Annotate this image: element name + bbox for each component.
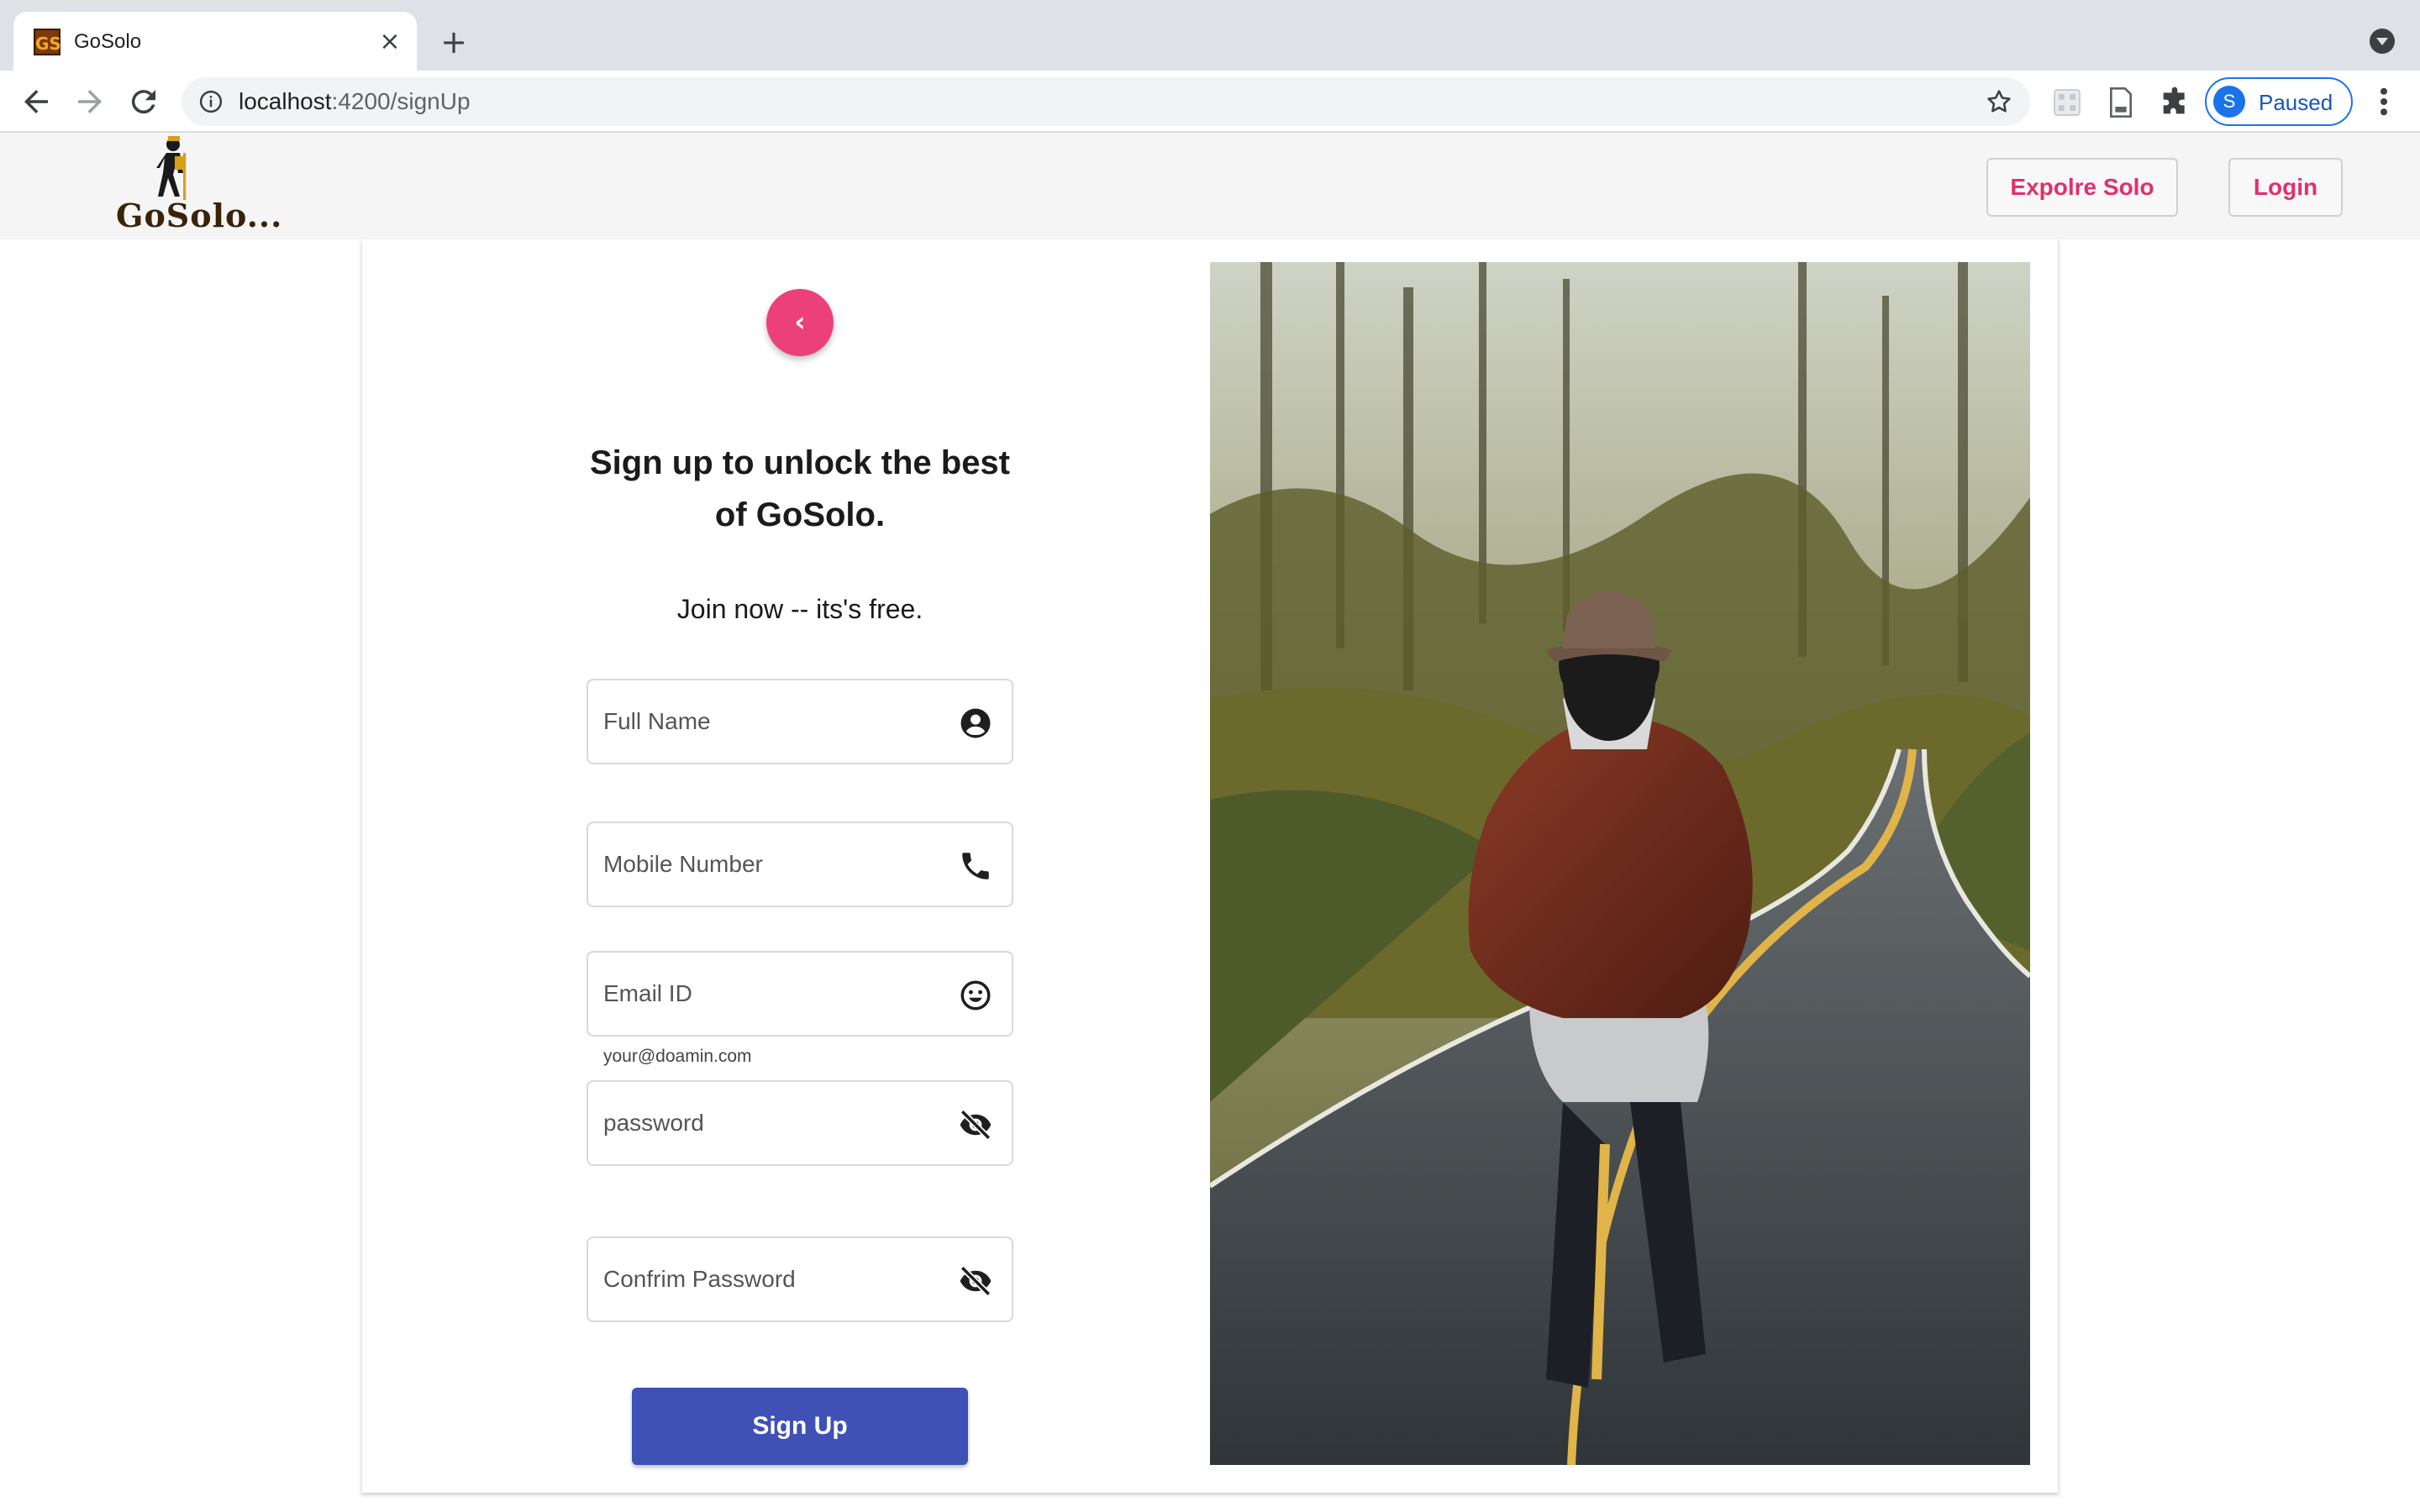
tab-search-icon[interactable] bbox=[2370, 29, 2395, 54]
signup-subline: Join now -- its's free. bbox=[676, 594, 923, 624]
bookmark-star-icon[interactable] bbox=[1985, 87, 2013, 116]
back-arrow-icon[interactable] bbox=[18, 84, 54, 119]
full-name-field[interactable] bbox=[587, 679, 1013, 764]
full-name-input[interactable] bbox=[603, 680, 939, 763]
close-tab-icon[interactable]: × bbox=[375, 27, 405, 57]
puzzle-icon[interactable] bbox=[2158, 86, 2191, 119]
address-bar[interactable]: localhost:4200/signUp bbox=[182, 77, 2030, 126]
url-path: :4200/signUp bbox=[331, 88, 471, 114]
login-button[interactable]: Login bbox=[2228, 158, 2343, 217]
explore-solo-button[interactable]: Expolre Solo bbox=[1986, 158, 2178, 217]
browser-tabstrip: GS GoSolo × + bbox=[0, 0, 2420, 71]
extension-icon[interactable] bbox=[2050, 86, 2084, 119]
confirm-password-input[interactable] bbox=[603, 1238, 939, 1320]
app-header: GoSolo... Expolre Solo Login bbox=[0, 133, 2420, 239]
headline-line-2: of GoSolo. bbox=[714, 496, 886, 533]
hiker-road-illustration bbox=[1210, 262, 2030, 1465]
hiker-icon bbox=[156, 136, 187, 200]
password-field[interactable] bbox=[587, 1080, 1013, 1166]
password-input[interactable] bbox=[603, 1082, 939, 1164]
profile-status-label: Paused bbox=[2259, 90, 2333, 115]
info-icon[interactable] bbox=[198, 89, 224, 114]
browser-tab[interactable]: GS GoSolo × bbox=[13, 12, 417, 71]
smiley-icon bbox=[960, 980, 991, 1011]
new-tab-icon[interactable]: + bbox=[437, 25, 471, 59]
browser-toolbar: localhost:4200/signUp S Paused bbox=[0, 71, 2420, 133]
forward-arrow-icon[interactable] bbox=[72, 84, 108, 119]
avatar: S bbox=[2213, 86, 2245, 118]
chevron-left-icon: ‹ bbox=[794, 306, 806, 338]
kebab-menu-icon[interactable] bbox=[2371, 84, 2396, 119]
logo[interactable]: GoSolo... bbox=[116, 136, 281, 237]
reading-list-icon[interactable] bbox=[2104, 86, 2138, 119]
logo-text: GoSolo... bbox=[116, 197, 283, 234]
hero-image bbox=[1210, 262, 2030, 1465]
url-text: localhost:4200/signUp bbox=[239, 88, 471, 115]
signup-headline: Sign up to unlock the best of GoSolo. bbox=[546, 437, 1054, 541]
url-host: localhost bbox=[239, 88, 332, 114]
sign-up-button[interactable]: Sign Up bbox=[632, 1388, 968, 1465]
headline-line-1: Sign up to unlock the best bbox=[590, 444, 1010, 481]
visibility-off-icon[interactable] bbox=[958, 1107, 993, 1142]
email-hint: your@doamin.com bbox=[603, 1047, 752, 1066]
mobile-number-input[interactable] bbox=[603, 823, 939, 906]
favicon-icon: GS bbox=[34, 29, 61, 55]
email-field[interactable] bbox=[587, 951, 1013, 1037]
tab-title: GoSolo bbox=[74, 30, 142, 53]
phone-icon bbox=[962, 853, 989, 879]
email-input[interactable] bbox=[603, 953, 939, 1035]
visibility-off-icon[interactable] bbox=[958, 1263, 993, 1299]
account-circle-icon bbox=[960, 708, 991, 738]
reload-icon[interactable] bbox=[126, 84, 161, 119]
mobile-number-field[interactable] bbox=[587, 822, 1013, 907]
profile-button[interactable]: S Paused bbox=[2205, 77, 2353, 126]
back-button[interactable]: ‹ bbox=[766, 289, 834, 356]
confirm-password-field[interactable] bbox=[587, 1236, 1013, 1322]
